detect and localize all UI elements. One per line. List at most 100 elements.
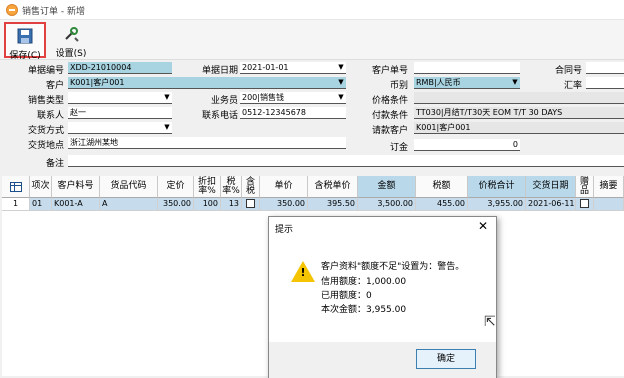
settings-label: 设置(S) [55,49,87,59]
col-header[interactable]: 税率% [221,176,242,198]
settings-icon [65,27,79,42]
cell-code[interactable]: A [100,198,158,211]
contact-label: 联系人 [36,111,64,121]
row-number: 1 [2,198,30,211]
place-label: 交货地点 [27,141,64,151]
customer-label: 客户 [45,81,64,91]
cell-tax-included[interactable] [242,198,260,211]
cell-price[interactable]: 350.00 [260,198,308,211]
cell-gift[interactable] [576,198,594,211]
cell-cust-part[interactable]: K001-A [52,198,100,211]
customer-value: K001|客户001 [70,78,125,87]
toolbar: 保存(C) 设置(S) [0,20,624,61]
save-icon [17,28,33,44]
doc-date-field[interactable]: 2021-01-01 ▼ [240,62,346,74]
price-cond-field[interactable] [414,92,624,104]
dialog-message-line: 客户资料"额度不足"设置为：警告。 [321,262,465,272]
grid-header: 项次 客户料号 货品代码 定价 折扣率% 税率% 含税 单价 含税单价 金额 税… [2,176,624,198]
col-header[interactable]: 金额 [358,176,416,198]
pay-cust-field[interactable]: K001|客户001 [414,122,624,134]
pay-cond-label: 付款条件 [371,111,408,121]
doc-no-field[interactable]: XDD-21010004 [68,62,172,74]
chevron-down-icon[interactable]: ▼ [337,63,345,72]
cell-summary[interactable] [594,198,624,211]
deposit-label: 订金 [389,143,408,153]
cell-discount[interactable]: 100 [194,198,221,211]
salesman-label: 业务员 [210,96,238,106]
col-header[interactable]: 税额 [416,176,468,198]
deposit-field[interactable]: 0 [414,139,520,151]
dialog-footer: 确定 [269,342,496,378]
doc-no-label: 单据编号 [27,66,64,76]
col-header[interactable]: 定价 [158,176,194,198]
cell-tax[interactable]: 455.00 [416,198,468,211]
currency-label: 币别 [389,81,408,91]
dialog-message-line: 信用额度：1,000.00 [321,277,407,287]
sales-type-label: 销售类型 [27,96,64,106]
contract-label: 合同号 [554,66,582,76]
currency-field[interactable]: RMB|人民币 ▼ [414,77,520,89]
rate-field[interactable] [586,77,624,89]
chevron-down-icon[interactable]: ▼ [163,123,171,132]
grid-settings-icon[interactable] [2,176,30,198]
warning-dialog: 提示 ✕ ! 客户资料"额度不足"设置为：警告。 信用额度：1,000.00 已… [268,216,497,378]
table-row[interactable]: 1 01 K001-A A 350.00 100 13 350.00 395.5… [2,198,624,211]
sales-type-field[interactable]: ▼ [68,92,172,104]
pay-cond-field[interactable]: TT030|月结T/T30天 EOM T/T 30 DAYS [414,107,624,119]
phone-label: 联系电话 [201,111,238,121]
close-icon[interactable]: ✕ [476,219,490,233]
cell-tax-rate[interactable]: 13 [221,198,242,211]
window-title: 销售订单 - 新增 [22,7,85,17]
cust-doc-field[interactable] [414,62,520,74]
trade-field[interactable]: ▼ [68,122,172,134]
contract-field[interactable] [586,62,624,74]
col-header[interactable]: 赠品 [576,176,594,198]
col-header[interactable]: 客户料号 [52,176,100,198]
gift-checkbox[interactable] [580,199,589,208]
cell-list-price[interactable]: 350.00 [158,198,194,211]
dialog-message-line: 已用额度：0 [321,291,372,301]
chevron-down-icon[interactable]: ▼ [337,78,345,87]
order-form: 单据编号 XDD-21010004 单据日期 2021-01-01 ▼ 客户单号 … [0,60,624,174]
cell-tax-price[interactable]: 395.50 [308,198,358,211]
phone-field[interactable]: 0512-12345678 [240,107,346,119]
salesman-field[interactable]: 200|销售钱 ▼ [240,92,346,104]
price-cond-label: 价格条件 [371,96,408,106]
dialog-message-line: 本次金额：3,955.00 [321,305,407,315]
place-field[interactable]: 浙江湖州某地 [68,137,346,149]
trade-label: 交货方式 [27,126,64,136]
chevron-down-icon[interactable]: ▼ [337,93,345,102]
doc-date-value: 2021-01-01 [242,63,289,72]
pay-cust-label: 请款客户 [371,126,408,136]
col-header[interactable]: 摘要 [594,176,624,198]
currency-value: RMB|人民币 [416,78,461,87]
doc-date-label: 单据日期 [201,66,238,76]
warning-exclamation: ! [300,266,306,279]
col-header[interactable]: 含税单价 [308,176,358,198]
cell-total[interactable]: 3,955.00 [468,198,526,211]
col-header[interactable]: 交货日期 [526,176,576,198]
cust-doc-label: 客户单号 [371,66,408,76]
contact-field[interactable]: 赵一 [68,107,172,119]
col-header[interactable]: 项次 [30,176,52,198]
col-header[interactable]: 货品代码 [100,176,158,198]
salesman-value: 200|销售钱 [242,93,284,102]
remark-label: 备注 [45,159,64,169]
col-header[interactable]: 含税 [242,176,260,198]
settings-button[interactable]: 设置(S) [52,22,90,59]
remark-field[interactable] [68,155,624,167]
chevron-down-icon[interactable]: ▼ [163,93,171,102]
cell-amount[interactable]: 3,500.00 [358,198,416,211]
col-header[interactable]: 价税合计 [468,176,526,198]
sales-order-window: 销售订单 - 新增 保存(C) 设置(S) 单据编号 XDD-21010004 … [0,0,624,378]
customer-field[interactable]: K001|客户001 ▼ [68,77,346,89]
col-header[interactable]: 折扣率% [194,176,221,198]
tax-included-checkbox[interactable] [246,199,255,208]
save-button[interactable]: 保存(C) [4,22,46,61]
ok-button[interactable]: 确定 [416,349,476,369]
cell-item[interactable]: 01 [30,198,52,211]
cell-date[interactable]: 2021-06-11 [526,198,576,211]
col-header[interactable]: 单价 [260,176,308,198]
title-bar: 销售订单 - 新增 [0,0,624,20]
chevron-down-icon[interactable]: ▼ [511,78,519,87]
